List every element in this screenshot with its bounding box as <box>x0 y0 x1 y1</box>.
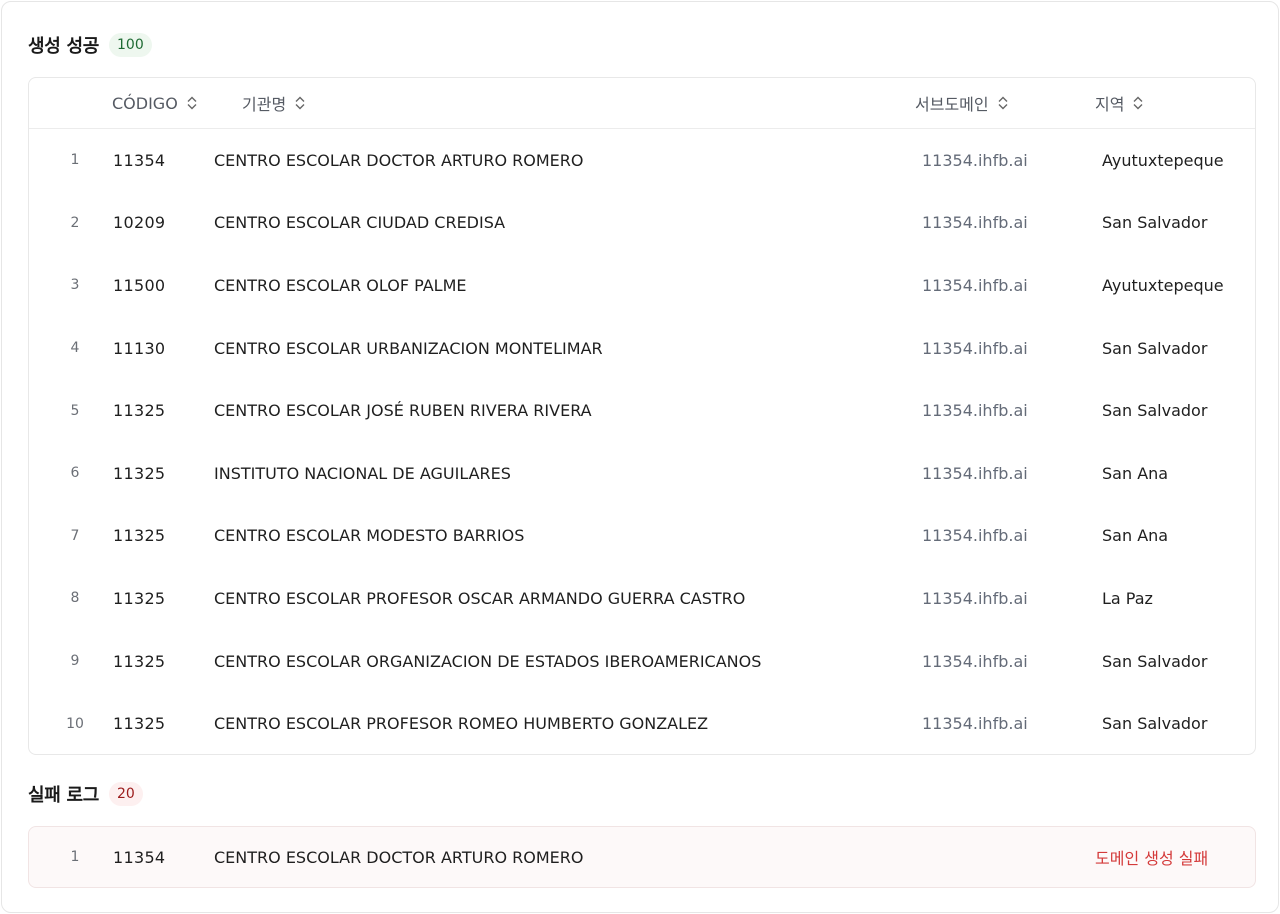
success-table: CÓDIGO 기관명 서브도메인 지역 1 11354 CENTRO ESCOL… <box>28 77 1256 755</box>
success-title: 생성 성공 <box>28 36 100 57</box>
success-count-badge: 100 <box>109 33 152 57</box>
row-subdomain: 11354.ihfb.ai <box>922 401 1028 421</box>
row-subdomain: 11354.ihfb.ai <box>922 338 1028 358</box>
table-row[interactable]: 3 11500 CENTRO ESCOLAR OLOF PALME 11354.… <box>29 254 1255 317</box>
sort-icon[interactable] <box>294 95 306 111</box>
row-subdomain: 11354.ihfb.ai <box>922 275 1028 295</box>
row-index: 7 <box>70 527 80 544</box>
table-row[interactable]: 4 11130 CENTRO ESCOLAR URBANIZACION MONT… <box>29 317 1255 380</box>
row-index: 5 <box>70 402 80 419</box>
column-header-subdomain[interactable]: 서브도메인 <box>915 78 1009 128</box>
row-subdomain: 11354.ihfb.ai <box>922 150 1028 170</box>
row-name: CENTRO ESCOLAR ORGANIZACION DE ESTADOS I… <box>214 651 762 671</box>
row-region: San Ana <box>1102 463 1169 483</box>
row-code: 11325 <box>113 526 166 546</box>
row-index: 8 <box>70 590 80 607</box>
row-code: 11130 <box>113 338 166 358</box>
table-row[interactable]: 9 11325 CENTRO ESCOLAR ORGANIZACION DE E… <box>29 630 1255 693</box>
row-code: 11325 <box>113 401 166 421</box>
row-index: 10 <box>66 715 84 732</box>
success-header: 생성 성공 100 <box>28 32 152 58</box>
table-row[interactable]: 7 11325 CENTRO ESCOLAR MODESTO BARRIOS 1… <box>29 505 1255 568</box>
row-subdomain: 11354.ihfb.ai <box>922 714 1028 734</box>
table-row[interactable]: 1 11354 CENTRO ESCOLAR DOCTOR ARTURO ROM… <box>29 129 1255 192</box>
row-code: 11325 <box>113 651 166 671</box>
table-row[interactable]: 5 11325 CENTRO ESCOLAR JOSÉ RUBEN RIVERA… <box>29 379 1255 442</box>
failure-title: 실패 로그 <box>28 785 100 806</box>
row-index: 1 <box>70 849 80 865</box>
row-index: 2 <box>70 214 80 231</box>
row-region: San Salvador <box>1102 401 1208 421</box>
result-panel: 생성 성공 100 CÓDIGO 기관명 서브도메인 지역 1 11354 CE… <box>1 1 1279 913</box>
failure-header: 실패 로그 20 <box>28 781 143 807</box>
row-subdomain: 11354.ihfb.ai <box>922 526 1028 546</box>
row-subdomain: 11354.ihfb.ai <box>922 588 1028 608</box>
row-subdomain: 11354.ihfb.ai <box>922 651 1028 671</box>
row-region: Ayutuxtepeque <box>1102 150 1224 170</box>
row-region: San Salvador <box>1102 651 1208 671</box>
sort-icon[interactable] <box>186 95 198 111</box>
row-name: CENTRO ESCOLAR PROFESOR ROMEO HUMBERTO G… <box>214 714 709 734</box>
column-header-code[interactable]: CÓDIGO <box>112 78 198 128</box>
table-row[interactable]: 8 11325 CENTRO ESCOLAR PROFESOR OSCAR AR… <box>29 567 1255 630</box>
row-error-message: 도메인 생성 실패 <box>1095 849 1209 868</box>
row-index: 1 <box>70 152 80 169</box>
row-region: San Salvador <box>1102 714 1208 734</box>
failure-row[interactable]: 1 11354 CENTRO ESCOLAR DOCTOR ARTURO ROM… <box>29 827 1255 887</box>
row-code: 11500 <box>113 275 166 295</box>
row-code: 11325 <box>113 463 166 483</box>
row-code: 10209 <box>113 213 166 233</box>
row-name: CENTRO ESCOLAR MODESTO BARRIOS <box>214 526 525 546</box>
row-index: 4 <box>70 340 80 357</box>
row-region: San Ana <box>1102 526 1169 546</box>
row-name: CENTRO ESCOLAR JOSÉ RUBEN RIVERA RIVERA <box>214 401 592 421</box>
row-code: 11325 <box>113 588 166 608</box>
column-header-name-label: 기관명 <box>242 95 287 114</box>
row-code: 11354 <box>113 150 166 170</box>
table-header: CÓDIGO 기관명 서브도메인 지역 <box>29 78 1255 129</box>
row-region: La Paz <box>1102 588 1153 608</box>
row-index: 9 <box>70 653 80 670</box>
row-name: CENTRO ESCOLAR OLOF PALME <box>214 275 467 295</box>
failure-table: 1 11354 CENTRO ESCOLAR DOCTOR ARTURO ROM… <box>28 826 1256 888</box>
row-name: INSTITUTO NACIONAL DE AGUILARES <box>214 463 511 483</box>
row-name: CENTRO ESCOLAR PROFESOR OSCAR ARMANDO GU… <box>214 588 746 608</box>
column-header-region[interactable]: 지역 <box>1095 78 1144 128</box>
table-row[interactable]: 10 11325 CENTRO ESCOLAR PROFESOR ROMEO H… <box>29 692 1255 754</box>
column-header-subdomain-label: 서브도메인 <box>915 95 989 114</box>
row-region: San Salvador <box>1102 338 1208 358</box>
row-subdomain: 11354.ihfb.ai <box>922 213 1028 233</box>
row-name: CENTRO ESCOLAR CIUDAD CREDISA <box>214 213 506 233</box>
sort-icon[interactable] <box>997 95 1009 111</box>
table-body: 1 11354 CENTRO ESCOLAR DOCTOR ARTURO ROM… <box>29 129 1255 754</box>
row-subdomain: 11354.ihfb.ai <box>922 463 1028 483</box>
row-region: Ayutuxtepeque <box>1102 275 1224 295</box>
row-region: San Salvador <box>1102 213 1208 233</box>
column-header-name[interactable]: 기관명 <box>242 78 306 128</box>
column-header-region-label: 지역 <box>1095 95 1125 114</box>
row-name: CENTRO ESCOLAR DOCTOR ARTURO ROMERO <box>214 847 584 867</box>
row-index: 3 <box>70 277 80 294</box>
sort-icon[interactable] <box>1132 95 1144 111</box>
row-code: 11354 <box>113 847 166 867</box>
row-name: CENTRO ESCOLAR URBANIZACION MONTELIMAR <box>214 338 603 358</box>
row-code: 11325 <box>113 714 166 734</box>
row-index: 6 <box>70 465 80 482</box>
column-header-code-label: CÓDIGO <box>112 93 178 113</box>
table-row[interactable]: 6 11325 INSTITUTO NACIONAL DE AGUILARES … <box>29 442 1255 505</box>
failure-count-badge: 20 <box>109 782 143 806</box>
row-name: CENTRO ESCOLAR DOCTOR ARTURO ROMERO <box>214 150 584 170</box>
table-row[interactable]: 2 10209 CENTRO ESCOLAR CIUDAD CREDISA 11… <box>29 192 1255 255</box>
